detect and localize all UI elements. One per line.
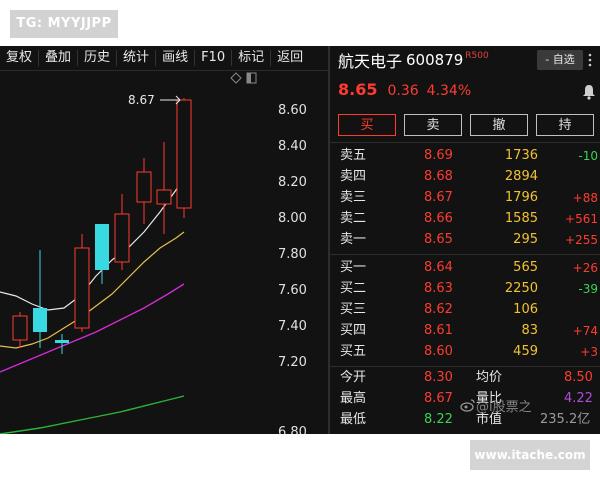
market-cap-value: 235.2亿 — [540, 412, 591, 427]
stock-app-screen: 复权 叠加 历史 统计 画线 F10 标记 返回 8.67 8.60 8.40 … — [0, 46, 600, 434]
weibo-watermark: @i股票之 — [476, 400, 532, 415]
volume-ratio-value: 4.22 — [564, 391, 593, 406]
watermark-top: TG: MYYJJPP — [10, 10, 118, 38]
high-value: 8.67 — [424, 391, 453, 406]
low-value: 8.22 — [424, 412, 453, 427]
watermark-bottom: www.itache.com — [470, 440, 590, 470]
open-value: 8.30 — [424, 370, 453, 385]
low-label: 最低 — [340, 412, 367, 427]
avg-label: 均价 — [476, 370, 503, 385]
open-label: 今开 — [340, 370, 367, 385]
stats-panel: 今开 8.30 均价 8.50 最高 8.67 量比 4.22 最低 8.22 … — [0, 46, 600, 434]
high-label: 最高 — [340, 391, 367, 406]
weibo-logo-icon — [460, 399, 475, 412]
avg-value: 8.50 — [564, 370, 593, 385]
